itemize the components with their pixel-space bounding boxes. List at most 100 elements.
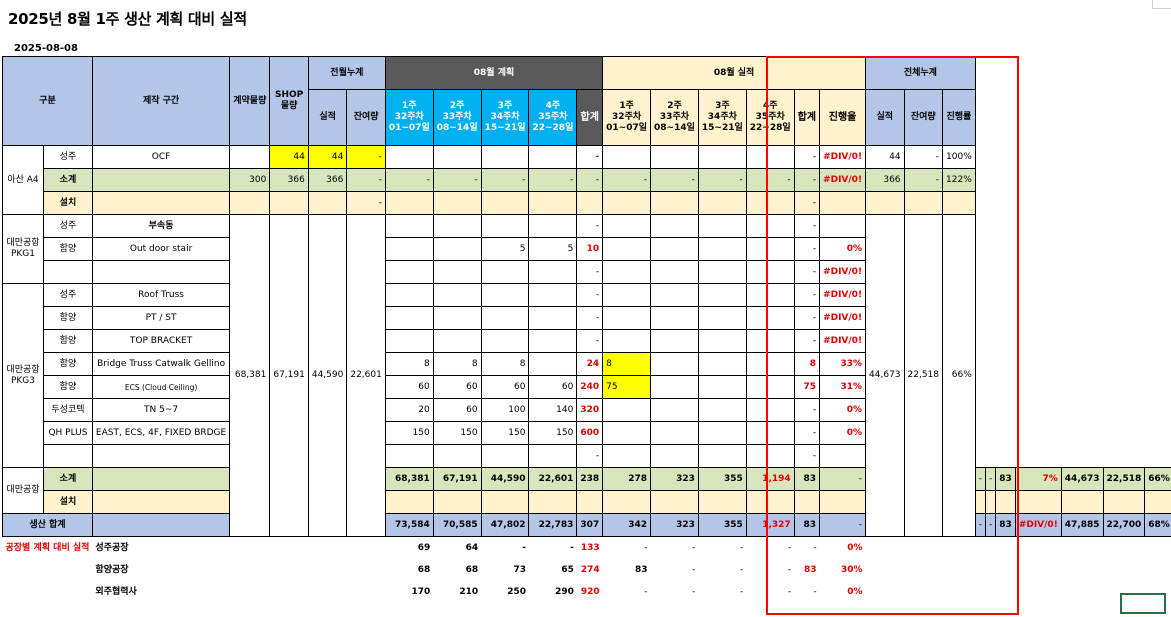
cell[interactable] (745, 444, 795, 468)
cell[interactable] (528, 490, 578, 514)
cell[interactable]: 64 (433, 537, 481, 560)
cell[interactable]: 44 (865, 145, 905, 169)
cell[interactable] (91, 513, 231, 537)
cell[interactable]: 83 (794, 559, 819, 581)
cell[interactable]: 성주 (42, 145, 93, 169)
cell[interactable] (903, 191, 944, 215)
cell[interactable] (1102, 490, 1146, 514)
cell[interactable] (384, 145, 434, 169)
cell[interactable]: 150 (384, 421, 434, 445)
cell[interactable]: 부속동 (91, 214, 231, 238)
cell[interactable]: - (794, 537, 819, 560)
cell[interactable] (576, 490, 604, 514)
group-asan[interactable]: 아산 A4 (2, 145, 44, 215)
cell[interactable]: #DIV/0! (819, 145, 867, 169)
cell[interactable]: 70,585 (432, 513, 482, 537)
cell[interactable]: - (481, 537, 529, 560)
cell[interactable] (697, 444, 747, 468)
cell[interactable] (480, 329, 530, 353)
cell[interactable] (650, 145, 699, 169)
cell[interactable] (480, 444, 530, 468)
cell[interactable] (650, 490, 699, 514)
cell[interactable] (432, 237, 482, 261)
cell[interactable]: - (793, 260, 821, 284)
cell[interactable] (865, 191, 905, 215)
cell[interactable]: 설치 (42, 191, 93, 215)
cell[interactable] (602, 260, 652, 284)
cell[interactable] (432, 444, 482, 468)
cell[interactable] (819, 444, 867, 468)
cell[interactable] (602, 237, 652, 261)
cell[interactable] (697, 283, 747, 307)
header-gubun[interactable]: 구분 (2, 56, 93, 146)
cell[interactable] (528, 444, 578, 468)
cell[interactable] (480, 306, 530, 330)
cell[interactable]: 307 (576, 513, 604, 537)
cell[interactable]: 0% (819, 421, 867, 445)
header-actual-week3[interactable]: 3주 34주차 15~21일 (697, 89, 747, 146)
cell[interactable] (384, 444, 434, 468)
header-progress[interactable]: 진행율 (819, 89, 867, 146)
cell[interactable]: - (793, 421, 821, 445)
cell-merged-shop[interactable]: 67,191 (269, 214, 309, 537)
cell[interactable]: 8 (602, 352, 652, 376)
cell[interactable]: 8 (480, 352, 530, 376)
cell[interactable] (269, 191, 309, 215)
cell[interactable]: 75 (793, 375, 821, 399)
cell[interactable] (229, 145, 271, 169)
cell[interactable]: - (346, 168, 386, 192)
cell[interactable] (819, 214, 867, 238)
cell[interactable]: 22,700 (1102, 513, 1146, 537)
cell[interactable] (91, 467, 231, 491)
cell-merged-contract[interactable]: 68,381 (229, 214, 271, 537)
cell[interactable] (697, 145, 747, 169)
cell[interactable] (1144, 490, 1171, 514)
header-actual-week2[interactable]: 2주 33주차 08~14일 (650, 89, 699, 146)
cell[interactable]: - (793, 444, 821, 468)
cell[interactable] (602, 191, 652, 215)
cell[interactable]: 278 (602, 467, 652, 491)
header-plan-total[interactable]: 합계 (576, 89, 604, 146)
cell[interactable] (576, 191, 604, 215)
cell[interactable]: 323 (650, 467, 699, 491)
cell[interactable]: 73,584 (384, 513, 434, 537)
cell[interactable]: EAST, ECS, 4F, FIXED BRDGE (91, 421, 231, 445)
cell[interactable]: - (793, 283, 821, 307)
cell[interactable]: - (576, 444, 604, 468)
cell[interactable] (91, 191, 231, 215)
cell[interactable]: - (651, 581, 699, 603)
cell[interactable]: - (793, 306, 821, 330)
cell[interactable] (528, 214, 578, 238)
cell[interactable]: 73 (481, 559, 529, 581)
cell[interactable]: 170 (385, 581, 433, 603)
cell[interactable]: - (602, 168, 652, 192)
cell[interactable]: TN 5~7 (91, 398, 231, 422)
cell[interactable]: 66% (1144, 467, 1171, 491)
cell[interactable]: 31% (819, 375, 867, 399)
group-taiwan[interactable]: 대만공항 (2, 467, 44, 514)
cell[interactable]: 274 (577, 559, 603, 581)
cell[interactable] (745, 283, 795, 307)
cell[interactable] (985, 490, 997, 514)
cell[interactable]: 소계 (42, 168, 93, 192)
cell[interactable] (697, 352, 747, 376)
cell[interactable] (745, 145, 795, 169)
cell[interactable]: 함양 (42, 237, 93, 261)
cell[interactable]: - (576, 260, 604, 284)
cell[interactable]: - (746, 537, 794, 560)
cell[interactable]: 68 (385, 559, 433, 581)
cell[interactable]: - (903, 145, 944, 169)
cell[interactable] (793, 490, 821, 514)
header-plan-week2[interactable]: 2주 33주차 08~14일 (432, 89, 482, 146)
header-plan-week4[interactable]: 4주 35주차 22~28일 (528, 89, 578, 146)
cell[interactable]: - (650, 168, 699, 192)
cell[interactable] (91, 490, 231, 514)
cell[interactable]: - (576, 145, 604, 169)
cell[interactable]: 65 (529, 559, 577, 581)
cell[interactable] (432, 260, 482, 284)
header-actual[interactable]: 08월 실적 (602, 56, 867, 90)
cell[interactable]: 60 (384, 375, 434, 399)
cell[interactable]: #DIV/0! (819, 283, 867, 307)
cell[interactable] (602, 306, 652, 330)
cell[interactable] (42, 260, 93, 284)
